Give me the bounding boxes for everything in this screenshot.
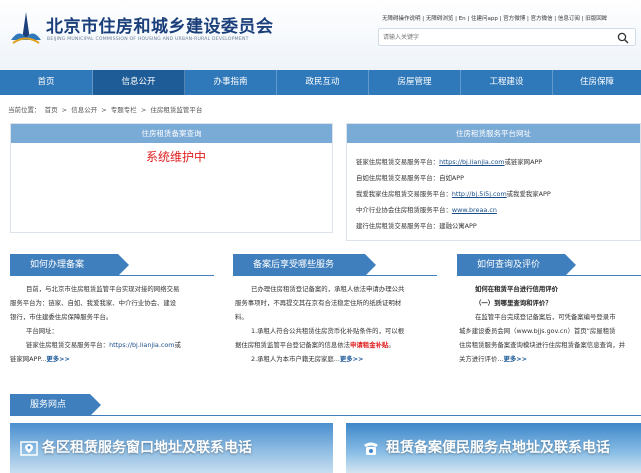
body-line: 2.承租人为本市户籍无房家庭...更多>> [235, 352, 439, 366]
breadcrumb-sep: > [101, 106, 107, 114]
section-title-services-after-filing[interactable]: 备案后享受哪些服务 [233, 254, 376, 276]
search-box [378, 28, 636, 46]
body-text: 链家住房租赁交易服务平台： [26, 341, 110, 349]
search-input[interactable] [383, 31, 603, 44]
breadcrumb-topics[interactable]: 专题专栏 [111, 106, 137, 114]
site-title[interactable]: 北京市住房和城乡建设委员会 [46, 12, 274, 37]
body-line: 在监管平台完成登记备案后，可凭备案编号登录市 [475, 313, 616, 321]
nav-item-service-guide[interactable]: 办事指南 [185, 70, 277, 95]
platform-label: 链家住房租赁交易服务平台： [356, 158, 440, 166]
nav-item-construction[interactable]: 工程建设 [461, 70, 553, 95]
breadcrumb: 当前位置： 首页 > 信息公开 > 专题专栏 > 住房租赁监管平台 [8, 104, 204, 114]
body-line: （一）到哪里查询和评价？ [475, 299, 552, 307]
platform-label: 我爱我家住房租赁交易服务平台： [356, 190, 452, 198]
platform-row: 建行住房租赁交易服务平台：建融公寓APP [356, 218, 551, 234]
search-icon[interactable] [617, 32, 629, 44]
section-title-service-points[interactable]: 服务网点 [10, 394, 101, 416]
platform-row: 中介行业协会住房租赁服务平台：www.breaa.cn [356, 202, 551, 218]
section-title-query-evaluate[interactable]: 如何查询及评价 [457, 254, 576, 276]
section-divider [10, 415, 641, 416]
body-text: 链家网APP... [10, 355, 47, 363]
rental-filing-query-panel: 住房租赁备案查询 系统维护中 [10, 123, 333, 233]
body-line: 银行，市住建委住房保障服务平台。 [10, 313, 113, 321]
more-link[interactable]: 更多>> [503, 355, 527, 363]
more-link[interactable]: 更多>> [46, 355, 70, 363]
body-line: 料。 [235, 313, 248, 321]
section-body-services: 已办理住房租赁登记备案的，承租人依法申请办理公共 服务事项时，不再提交其在京有合… [235, 282, 439, 366]
platform-link[interactable]: http://bj.5i5j.com [452, 190, 507, 198]
site-subtitle: BEIJING MUNICIPAL COMMISSION OF HOUSING … [47, 37, 249, 42]
top-links[interactable]: 无障碍操作说明 | 无障碍浏览 | En | 住建问app | 官方微博 | 官… [382, 14, 607, 22]
platform-row: 我爱我家住房租赁交易服务平台：http://bj.5i5j.com或我爱我家AP… [356, 186, 551, 202]
platform-row: 自如住房租赁交易服务平台：自如APP [356, 170, 551, 186]
rental-platform-panel: 住房租赁服务平台网址 链家住房租赁交易服务平台：https://bj.lianj… [346, 123, 641, 241]
platform-label: 建行住房租赁交易服务平台：建融公寓APP [356, 222, 477, 230]
banner-title: 租赁备案便民服务点地址及联系电话 [386, 440, 610, 456]
breadcrumb-prefix: 当前位置： [8, 106, 41, 114]
convenience-point-banner[interactable]: 租赁备案便民服务点地址及联系电话 [346, 423, 641, 473]
body-text: 据住房租赁监管平台登记备案的信息依法 [235, 341, 351, 349]
body-line: 服务平台为：链家、自如、我爱我家、中介行业协会、建设 [10, 299, 177, 307]
body-line: 已办理住房租赁登记备案的，承租人依法申请办理公共 [251, 285, 405, 293]
site-header: 北京市住房和城乡建设委员会 BEIJING MUNICIPAL COMMISSI… [0, 0, 641, 70]
more-link[interactable]: 更多>> [340, 355, 364, 363]
nav-item-info-disclosure[interactable]: 信息公开 [93, 70, 185, 95]
rent-subsidy-link[interactable]: 申请租金补贴 [350, 341, 388, 349]
panel-title: 住房租赁服务平台网址 [347, 124, 640, 143]
section-divider [233, 275, 437, 276]
platform-link[interactable]: www.breaa.cn [452, 206, 497, 214]
main-nav: 首页 信息公开 办事指南 政民互动 房屋管理 工程建设 住房保障 [0, 70, 641, 95]
body-line: 住房租赁服务备案查询模块进行住房租赁备案信息查询，并 [459, 341, 626, 349]
body-line: 目前，与北京市住房租赁监管平台实现对接的网络交易 [26, 285, 180, 293]
breadcrumb-home[interactable]: 首页 [45, 106, 58, 114]
map-pin-icon [20, 441, 38, 456]
body-line: 服务事项时，不再提交其在京有合法稳定住所的纸质证明材 [235, 299, 402, 307]
nav-item-housing-security[interactable]: 住房保障 [553, 70, 641, 95]
body-line: 1.承租人符合公共租赁住房货币化补贴条件的，可以根 [251, 327, 405, 335]
platform-label: 中介行业协会住房租赁服务平台： [356, 206, 452, 214]
breadcrumb-info[interactable]: 信息公开 [71, 106, 97, 114]
platform-list: 链家住房租赁交易服务平台：https://bj.lianjia.com或链家网A… [356, 154, 551, 234]
emblem-logo-icon[interactable] [9, 10, 43, 44]
body-line: 关方进行评价...更多>> [459, 352, 641, 366]
banner-title: 各区租赁服务窗口地址及联系电话 [42, 440, 252, 456]
phone-icon [364, 442, 378, 455]
section-divider [10, 275, 214, 276]
platform-suffix: 或我爱我家APP [506, 190, 551, 198]
body-line: 如何在租赁平台进行信用评价 [475, 285, 559, 293]
body-line: 平台网址： [26, 327, 58, 335]
body-line: 链家住房租赁交易服务平台：https://bj.lianjia.com或 [10, 338, 216, 352]
body-text: 。 [388, 341, 395, 349]
nav-item-housing-management[interactable]: 房屋管理 [369, 70, 461, 95]
nav-item-home[interactable]: 首页 [0, 70, 93, 95]
platform-row: 链家住房租赁交易服务平台：https://bj.lianjia.com或链家网A… [356, 154, 551, 170]
section-divider [457, 275, 641, 276]
platform-suffix: 或链家网APP [504, 158, 543, 166]
body-line: 链家网APP...更多>> [10, 352, 216, 366]
platform-label: 自如住房租赁交易服务平台：自如APP [356, 174, 464, 182]
section-body-query: 如何在租赁平台进行信用评价 （一）到哪里查询和评价？ 在监管平台完成登记备案后，… [459, 282, 641, 366]
district-window-banner[interactable]: 各区租赁服务窗口地址及联系电话 [10, 423, 333, 473]
body-text: 2.承租人为本市户籍无房家庭... [251, 355, 340, 363]
breadcrumb-sep: > [61, 106, 68, 114]
body-text: 或 [174, 341, 181, 349]
breadcrumb-current: 住房租赁监管平台 [150, 106, 203, 114]
nav-item-interaction[interactable]: 政民互动 [277, 70, 369, 95]
platform-link[interactable]: https://bj.lianjia.com [439, 158, 504, 166]
body-line: 据住房租赁监管平台登记备案的信息依法申请租金补贴。 [235, 338, 439, 352]
breadcrumb-sep: > [140, 106, 147, 114]
lianjia-link[interactable]: https://bj.lianjia.com [109, 341, 174, 349]
panel-title: 住房租赁备案查询 [11, 124, 332, 143]
section-body-how-to-file: 目前，与北京市住房租赁监管平台实现对接的网络交易 服务平台为：链家、自如、我爱我… [10, 282, 216, 366]
maintenance-notice: 系统维护中 [146, 150, 207, 164]
section-title-how-to-file[interactable]: 如何办理备案 [10, 254, 129, 276]
body-line: 城乡建设委员会网（www.bjjs.gov.cn）首页“房屋租赁 [459, 327, 616, 335]
body-text: 关方进行评价... [459, 355, 504, 363]
